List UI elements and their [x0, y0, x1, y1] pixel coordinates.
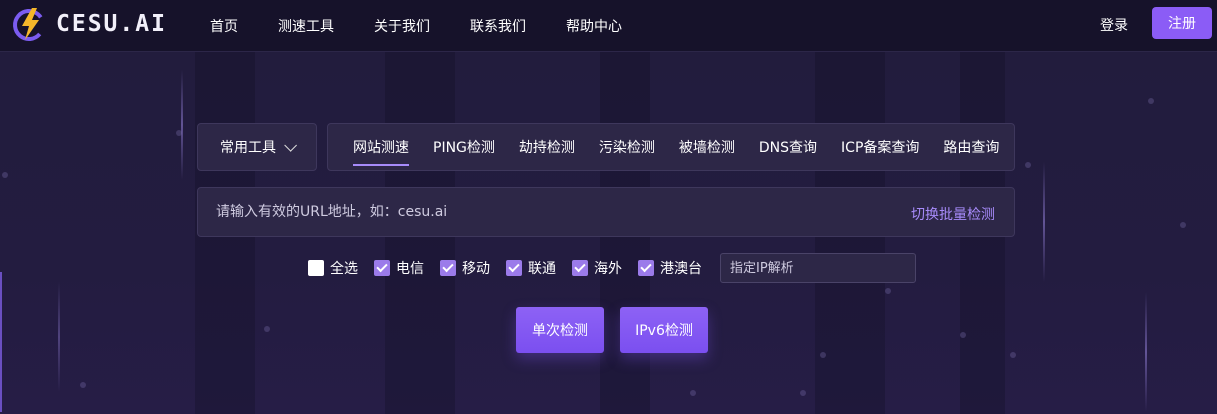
single-detect-button[interactable]: 单次检测: [516, 307, 604, 353]
checkbox-checked-icon: [440, 260, 456, 276]
checkbox-checked-icon: [506, 260, 522, 276]
checkbox-checked-icon: [638, 260, 654, 276]
nav-item-about[interactable]: 关于我们: [374, 16, 430, 36]
specified-ip-input[interactable]: [720, 253, 916, 283]
url-input-box: 切换批量检测: [197, 187, 1015, 237]
checkbox-select-all[interactable]: 全选: [308, 258, 358, 278]
tab-blocked[interactable]: 被墙检测: [679, 137, 735, 157]
lightning-logo-icon: [13, 8, 45, 41]
brand-name: CESU.AI: [56, 11, 167, 37]
checkbox-hk-macao-taiwan[interactable]: 港澳台: [638, 258, 702, 278]
checkbox-overseas[interactable]: 海外: [572, 258, 622, 278]
batch-detection-toggle[interactable]: 切换批量检测: [911, 204, 995, 224]
login-link[interactable]: 登录: [1100, 15, 1128, 35]
chevron-down-icon: [284, 138, 297, 152]
main-nav: 首页 测速工具 关于我们 联系我们 帮助中心: [210, 0, 662, 52]
checkbox-label: 移动: [462, 261, 490, 277]
brand-logo[interactable]: CESU.AI: [12, 6, 167, 42]
checkbox-unicom[interactable]: 联通: [506, 258, 556, 278]
top-navbar: CESU.AI 首页 测速工具 关于我们 联系我们 帮助中心 登录 注册: [0, 0, 1217, 52]
checkbox-telecom[interactable]: 电信: [374, 258, 424, 278]
tab-dns[interactable]: DNS查询: [759, 137, 817, 157]
checkbox-label: 联通: [528, 261, 556, 277]
checkbox-mobile[interactable]: 移动: [440, 258, 490, 278]
nav-item-help[interactable]: 帮助中心: [566, 16, 622, 36]
tab-hijack[interactable]: 劫持检测: [519, 137, 575, 157]
tab-route[interactable]: 路由查询: [943, 137, 999, 157]
isp-checkbox-group: 全选 电信 移动 联通 海外 港澳台: [308, 258, 718, 278]
nav-item-speed-tools[interactable]: 测速工具: [278, 16, 334, 36]
checkbox-unchecked-icon: [308, 260, 324, 276]
ipv6-detect-button[interactable]: IPv6检测: [620, 307, 708, 353]
tab-ping[interactable]: PING检测: [433, 137, 495, 157]
common-tools-dropdown[interactable]: 常用工具: [197, 123, 317, 171]
tab-website-speed[interactable]: 网站测速: [353, 137, 409, 166]
checkbox-label: 港澳台: [660, 261, 702, 277]
nav-item-home[interactable]: 首页: [210, 16, 238, 36]
tool-tabs: 网站测速 PING检测 劫持检测 污染检测 被墙检测 DNS查询 ICP备案查询…: [327, 123, 1015, 171]
checkbox-checked-icon: [374, 260, 390, 276]
checkbox-label: 电信: [396, 261, 424, 277]
tab-icp[interactable]: ICP备案查询: [841, 137, 919, 157]
checkbox-label: 全选: [330, 261, 358, 277]
checkbox-label: 海外: [594, 261, 622, 277]
url-input[interactable]: [216, 188, 856, 236]
register-button[interactable]: 注册: [1152, 7, 1212, 39]
checkbox-checked-icon: [572, 260, 588, 276]
tab-pollution[interactable]: 污染检测: [599, 137, 655, 157]
nav-item-contact[interactable]: 联系我们: [470, 16, 526, 36]
common-tools-label: 常用工具: [220, 140, 276, 156]
